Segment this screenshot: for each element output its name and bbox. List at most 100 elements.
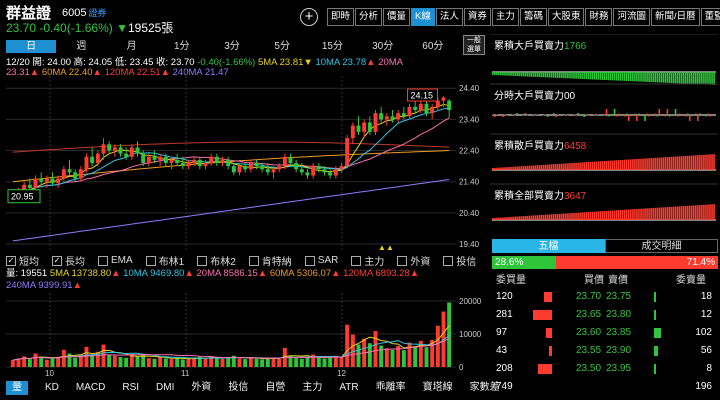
volume-bar[interactable] [39, 357, 44, 367]
indicator-tab-9[interactable]: ATR [339, 381, 358, 395]
volume-bar[interactable] [339, 356, 344, 367]
menu-toggle-button[interactable]: 一般 選單 [463, 35, 485, 55]
sell-price[interactable]: 23.90 [606, 342, 631, 360]
nav-12[interactable]: 董監/公司 [700, 8, 720, 26]
candle-body[interactable] [265, 169, 270, 173]
candle-body[interactable] [84, 156, 89, 170]
candle-body[interactable] [214, 156, 219, 163]
volume-bar[interactable] [294, 358, 299, 367]
volume-chart[interactable]: 20000 10000 0 10 11 12 [0, 293, 488, 377]
volume-bar[interactable] [50, 358, 55, 367]
candle-body[interactable] [328, 172, 333, 176]
candle-body[interactable] [447, 100, 452, 111]
orderbook-tab-1[interactable]: 成交明細 [605, 239, 718, 253]
nav-11[interactable]: 新聞/日曆 [651, 8, 700, 26]
candle-body[interactable] [209, 156, 214, 163]
candle-body[interactable] [186, 163, 191, 167]
toggle-3[interactable]: 布林1 [145, 253, 184, 268]
candle-body[interactable] [118, 147, 123, 154]
candle-body[interactable] [384, 116, 389, 120]
volume-bar[interactable] [107, 354, 112, 367]
indicator-tab-6[interactable]: 投信 [228, 381, 248, 395]
volume-bar[interactable] [401, 350, 406, 367]
sell-price[interactable]: 23.95 [606, 360, 631, 378]
candle-body[interactable] [67, 169, 72, 173]
event-marker-icon[interactable]: ▲ [378, 243, 386, 252]
volume-bar[interactable] [424, 347, 429, 367]
candle-body[interactable] [101, 144, 106, 154]
candle-body[interactable] [418, 103, 423, 111]
toggle-2[interactable]: EMA [98, 253, 133, 268]
toggle-9[interactable]: 投信 [443, 253, 476, 268]
candle-body[interactable] [367, 122, 372, 132]
volume-bar[interactable] [169, 359, 174, 367]
volume-bar[interactable] [152, 358, 157, 367]
candle-body[interactable] [56, 178, 61, 184]
candle-body[interactable] [379, 113, 384, 120]
candle-body[interactable] [339, 166, 344, 170]
volume-bar[interactable] [407, 342, 412, 367]
volume-bar[interactable] [384, 348, 389, 367]
volume-bar[interactable] [237, 358, 242, 367]
candle-body[interactable] [197, 159, 202, 167]
indicator-tab-1[interactable]: KD [45, 381, 59, 395]
volume-bar[interactable] [333, 356, 338, 367]
volume-bar[interactable] [248, 357, 253, 367]
period-tab-5[interactable]: 5分 [257, 40, 307, 53]
candle-body[interactable] [294, 163, 299, 170]
candle-body[interactable] [390, 116, 395, 120]
toggle-0[interactable]: ✓ 短均 [6, 253, 39, 268]
candle-body[interactable] [373, 113, 378, 132]
volume-bar[interactable] [61, 349, 66, 367]
indicator-tab-4[interactable]: DMI [156, 381, 174, 395]
candle-body[interactable] [345, 138, 350, 167]
candle-body[interactable] [254, 163, 259, 167]
volume-bar[interactable] [33, 353, 38, 367]
candle-body[interactable] [243, 166, 248, 170]
nav-6[interactable]: 主力 [491, 8, 519, 26]
candle-body[interactable] [424, 103, 429, 114]
volume-bar[interactable] [27, 359, 32, 367]
nav-0[interactable]: 即時 [327, 8, 355, 26]
volume-bar[interactable] [379, 345, 384, 367]
buy-price[interactable]: 23.55 [576, 342, 601, 360]
sell-price[interactable]: 23.85 [606, 324, 631, 342]
candle-body[interactable] [180, 163, 185, 167]
volume-bar[interactable] [118, 357, 123, 367]
nav-5[interactable]: 資券 [463, 8, 491, 26]
candle-body[interactable] [316, 166, 321, 170]
nav-3[interactable]: K線 [411, 8, 435, 26]
buy-price[interactable]: 23.60 [576, 324, 601, 342]
nav-1[interactable]: 分析 [355, 8, 383, 26]
event-marker-icon[interactable]: ▲ [386, 243, 394, 252]
volume-bar[interactable] [135, 356, 140, 367]
buy-price[interactable]: 23.50 [576, 360, 601, 378]
candle-body[interactable] [311, 166, 316, 176]
indicator-tab-8[interactable]: 主力 [302, 381, 322, 395]
toggle-7[interactable]: 主力 [351, 253, 384, 268]
nav-9[interactable]: 財務 [585, 8, 613, 26]
volume-bar[interactable] [220, 358, 225, 367]
volume-bar[interactable] [390, 349, 395, 367]
nav-4[interactable]: 法人 [435, 8, 463, 26]
sell-price[interactable]: 23.75 [606, 288, 631, 306]
sell-price[interactable]: 23.80 [606, 306, 631, 324]
volume-bar[interactable] [226, 357, 231, 367]
buy-price[interactable]: 23.65 [576, 306, 601, 324]
candle-body[interactable] [231, 166, 236, 173]
volume-bar[interactable] [163, 358, 168, 367]
volume-bar[interactable] [186, 358, 191, 367]
volume-bar[interactable] [373, 331, 378, 367]
candle-body[interactable] [33, 178, 38, 188]
period-tab-4[interactable]: 3分 [207, 40, 257, 53]
volume-bar[interactable] [112, 355, 117, 367]
indicator-tab-7[interactable]: 自營 [265, 381, 285, 395]
candle-body[interactable] [169, 159, 174, 163]
add-watchlist-button[interactable]: + [300, 8, 318, 26]
candle-body[interactable] [435, 100, 440, 107]
volume-bar[interactable] [56, 357, 61, 367]
candle-body[interactable] [350, 125, 355, 139]
volume-bar[interactable] [447, 302, 452, 367]
toggle-1[interactable]: ✓ 長均 [52, 253, 85, 268]
candle-body[interactable] [305, 172, 310, 176]
